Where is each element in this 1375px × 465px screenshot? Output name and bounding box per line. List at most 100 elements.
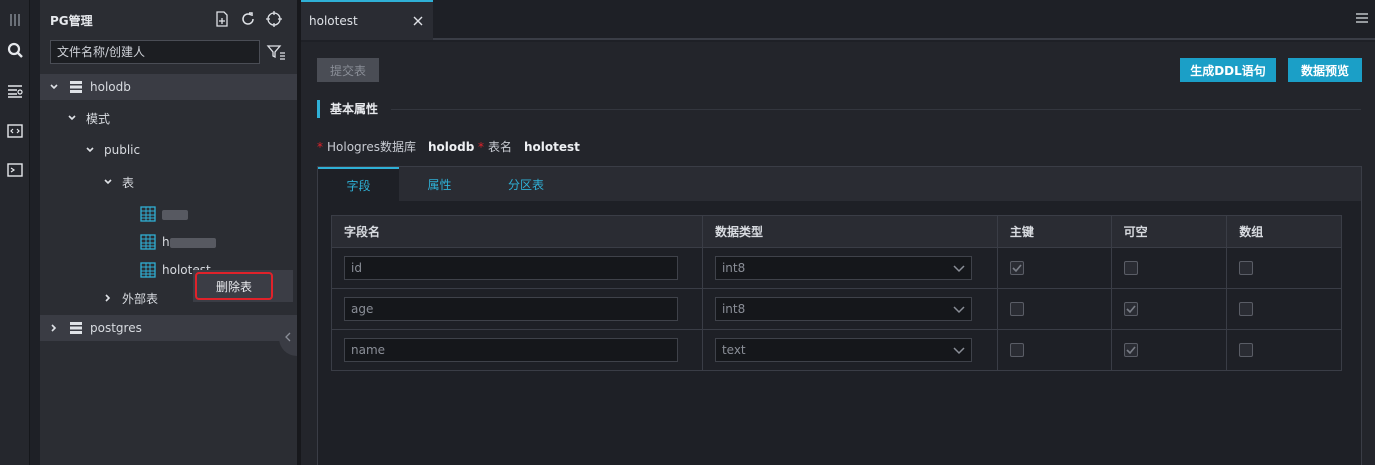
chevron-down-icon: [953, 265, 965, 273]
chevron-down-icon[interactable]: [66, 112, 78, 124]
table-name-property: * 表名 holotest: [478, 138, 580, 155]
submit-table-button[interactable]: 提交表: [317, 58, 379, 82]
generate-ddl-button[interactable]: 生成DDL语句: [1180, 58, 1276, 82]
table-manager-icon[interactable]: [0, 76, 30, 106]
nullable-checkbox[interactable]: [1123, 261, 1138, 275]
sidebar: PG管理 holodb 模式 public: [40, 0, 297, 465]
redacted-text: [170, 238, 216, 248]
columns-table: 字段名 数据类型 主键 可空 数组 id int8 age int8 name …: [331, 215, 1342, 371]
section-title: 基本属性: [317, 100, 378, 118]
db-property: * Hologres数据库 holodb: [317, 138, 474, 155]
search-icon[interactable]: [0, 35, 30, 65]
tab-partitions[interactable]: 分区表: [480, 167, 572, 201]
nullable-checkbox[interactable]: [1123, 343, 1138, 357]
tree-node-holodb[interactable]: holodb: [40, 74, 297, 100]
menu-icon[interactable]: [1355, 12, 1369, 24]
column-header: 主键: [996, 215, 1112, 248]
context-menu: 删除表: [193, 270, 293, 302]
tab-bar: holotest: [301, 0, 1375, 40]
tree-node-schema[interactable]: 模式: [40, 105, 297, 131]
section-divider: [391, 109, 1361, 110]
db-label: Hologres数据库: [327, 140, 416, 154]
database-icon: [69, 80, 83, 94]
column-header: 字段名: [331, 215, 703, 248]
refresh-icon[interactable]: [239, 10, 257, 28]
filter-icon[interactable]: [266, 42, 286, 62]
table-row: name text: [331, 329, 1342, 371]
chevron-down-icon: [953, 347, 965, 355]
column-header: 数组: [1226, 215, 1342, 248]
checkmark-icon: [1126, 346, 1136, 355]
field-name-input[interactable]: name: [344, 338, 678, 362]
tree-label: holodb: [90, 80, 131, 94]
tab-fields[interactable]: 字段: [318, 167, 399, 201]
table-name-label: 表名: [488, 140, 513, 154]
db-value: holodb: [427, 139, 475, 154]
chevron-down-icon[interactable]: [102, 176, 114, 188]
array-checkbox[interactable]: [1239, 343, 1254, 357]
select-value: int8: [721, 302, 746, 316]
tree-label: public: [104, 143, 141, 157]
code-icon[interactable]: [0, 116, 30, 146]
data-type-select[interactable]: int8: [714, 297, 972, 321]
data-type-select[interactable]: int8: [714, 256, 972, 280]
table-icon: [140, 206, 156, 222]
chevron-right-icon[interactable]: [102, 292, 114, 304]
tab-holotest[interactable]: holotest: [301, 0, 433, 40]
tree-label: 表: [122, 175, 135, 190]
sidebar-title: PG管理: [50, 14, 93, 28]
tab-properties[interactable]: 属性: [399, 167, 480, 201]
panel-toggle-icon[interactable]: [0, 5, 30, 35]
table-icon: [140, 262, 156, 278]
editor-main: 提交表 生成DDL语句 数据预览 基本属性 * Hologres数据库 holo…: [301, 42, 1375, 465]
table-definition-panel: 字段 属性 分区表 字段名 数据类型 主键 可空 数组 id int8 age …: [317, 166, 1362, 465]
tree-node-tables[interactable]: 表: [40, 169, 297, 195]
tree-node-table[interactable]: h: [40, 229, 297, 255]
chevron-left-icon: [285, 332, 291, 342]
tree-label: 模式: [86, 111, 111, 126]
array-checkbox[interactable]: [1239, 261, 1254, 275]
field-name-input[interactable]: id: [344, 256, 678, 280]
primary-key-checkbox[interactable]: [1009, 302, 1024, 316]
table-header-row: 字段名 数据类型 主键 可空 数组: [331, 215, 1342, 248]
table-icon: [140, 234, 156, 250]
tree-node-public[interactable]: public: [40, 137, 297, 163]
table-name-value: holotest: [524, 139, 580, 154]
delete-table-menu-item[interactable]: 删除表: [195, 272, 273, 300]
table-row: age int8: [331, 288, 1342, 330]
checkmark-icon: [1126, 305, 1136, 314]
data-preview-button[interactable]: 数据预览: [1288, 58, 1362, 82]
terminal-icon[interactable]: [0, 155, 30, 185]
database-icon: [69, 321, 83, 335]
tab-label: holotest: [309, 14, 358, 28]
primary-key-checkbox[interactable]: [1009, 261, 1024, 275]
new-file-icon[interactable]: [213, 10, 231, 28]
chevron-right-icon[interactable]: [48, 322, 60, 334]
chevron-down-icon: [953, 306, 965, 314]
locate-icon[interactable]: [265, 10, 283, 28]
primary-key-checkbox[interactable]: [1009, 343, 1024, 357]
nullable-checkbox[interactable]: [1123, 302, 1138, 316]
tree-label: h: [162, 235, 170, 249]
table-row: id int8: [331, 247, 1342, 289]
search-input[interactable]: [50, 40, 260, 64]
checkmark-icon: [1012, 264, 1022, 273]
tree-node-postgres[interactable]: postgres: [40, 315, 297, 341]
select-value: int8: [721, 261, 746, 275]
array-checkbox[interactable]: [1239, 302, 1254, 316]
select-value: text: [721, 343, 746, 357]
activity-bar: [0, 0, 30, 465]
chevron-down-icon[interactable]: [48, 81, 60, 93]
data-type-select[interactable]: text: [714, 338, 972, 362]
tree-node-table[interactable]: [40, 201, 297, 227]
panel-tabs: 字段 属性 分区表: [318, 167, 1361, 201]
column-header: 可空: [1110, 215, 1228, 248]
close-icon[interactable]: [413, 15, 423, 26]
column-header: 数据类型: [701, 215, 998, 248]
tree-label: 外部表: [122, 291, 159, 306]
chevron-down-icon[interactable]: [84, 144, 96, 156]
field-name-input[interactable]: age: [344, 297, 678, 321]
tree-label: postgres: [90, 321, 142, 335]
required-mark: *: [317, 139, 323, 154]
redacted-text: [162, 210, 188, 220]
